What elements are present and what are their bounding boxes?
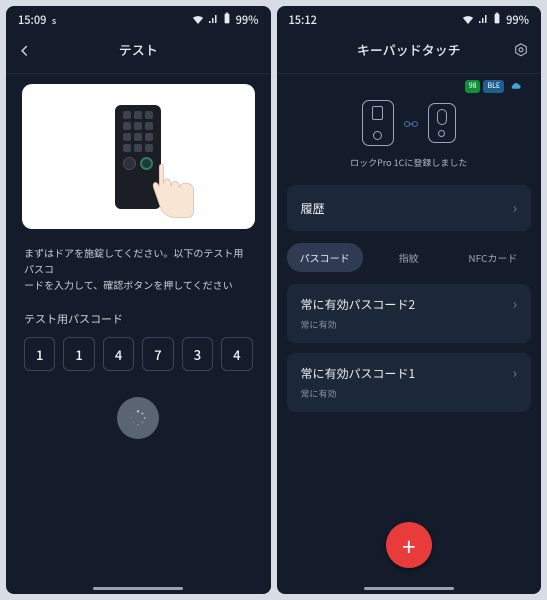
chevron-right-icon: › [513, 363, 517, 383]
passcode-digit: 4 [221, 337, 252, 371]
phone-left: 15:09 s 99% テスト [6, 6, 271, 594]
keypad-device-icon [362, 100, 394, 146]
chevron-right-icon: › [513, 198, 517, 218]
passcode-item-subtitle: 常に有効 [301, 318, 337, 331]
page-title: テスト [119, 40, 158, 59]
wifi-icon [462, 12, 474, 28]
battery-badge: 98 [465, 80, 481, 93]
passcode-digit: 4 [103, 337, 134, 371]
status-time: 15:12 [289, 12, 317, 28]
status-time: 15:09 [18, 12, 46, 28]
home-indicator[interactable] [364, 587, 454, 590]
hand-icon [125, 160, 195, 230]
lock-device-icon [428, 103, 456, 143]
passcode-digit: 1 [63, 337, 94, 371]
app-header: キーパッドタッチ [277, 30, 542, 73]
phone-right: 15:12 99% キーパッドタッチ 9 [277, 6, 542, 594]
ble-badge: BLE [483, 80, 504, 93]
passcode-row: 1 1 4 7 3 4 [6, 337, 271, 371]
signal-icon [208, 12, 218, 28]
status-mode: s [52, 14, 56, 27]
passcode-item-subtitle: 常に有効 [301, 387, 337, 400]
add-fab[interactable]: + [386, 522, 432, 568]
instruction-text: まずはドアを施錠してください。以下のテスト用パスコ ードを入力して、確認ボタンを… [6, 241, 271, 293]
segment-tabs: パスコード 指紋 NFCカード [277, 231, 542, 274]
status-bar: 15:12 99% [277, 6, 542, 30]
device-block: 98 BLE ロックPro 1Cに登録しました [277, 74, 542, 175]
plus-icon: + [402, 528, 415, 563]
battery-icon [222, 12, 232, 28]
link-icon [404, 116, 418, 131]
illustration-card [22, 84, 255, 229]
back-button[interactable] [18, 38, 32, 62]
status-bar: 15:09 s 99% [6, 6, 271, 30]
passcode-digit: 3 [182, 337, 213, 371]
tab-fingerprint[interactable]: 指紋 [371, 243, 447, 272]
home-indicator[interactable] [93, 587, 183, 590]
signal-icon [478, 12, 488, 28]
tab-passcode[interactable]: パスコード [287, 243, 363, 272]
app-header: テスト [6, 30, 271, 73]
wifi-icon [192, 12, 204, 28]
history-label: 履歴 [301, 200, 325, 217]
section-label-passcode: テスト用パスコード [6, 293, 271, 337]
registered-text: ロックPro 1Cに登録しました [293, 156, 526, 169]
passcode-item[interactable]: 常に有効パスコード1 › 常に有効 [287, 353, 532, 412]
history-row[interactable]: 履歴 › [287, 185, 532, 231]
battery-percent: 99% [236, 12, 259, 28]
cloud-icon [507, 80, 525, 93]
tab-nfc[interactable]: NFCカード [455, 243, 531, 272]
passcode-item-title: 常に有効パスコード2 [301, 296, 416, 313]
passcode-digit: 1 [24, 337, 55, 371]
battery-percent: 99% [506, 12, 529, 28]
passcode-item-title: 常に有効パスコード1 [301, 365, 416, 382]
page-title: キーパッドタッチ [357, 40, 461, 59]
chevron-right-icon: › [513, 294, 517, 314]
loading-spinner [117, 397, 159, 439]
settings-button[interactable] [513, 38, 529, 62]
battery-icon [492, 12, 502, 28]
passcode-digit: 7 [142, 337, 173, 371]
passcode-item[interactable]: 常に有効パスコード2 › 常に有効 [287, 284, 532, 343]
